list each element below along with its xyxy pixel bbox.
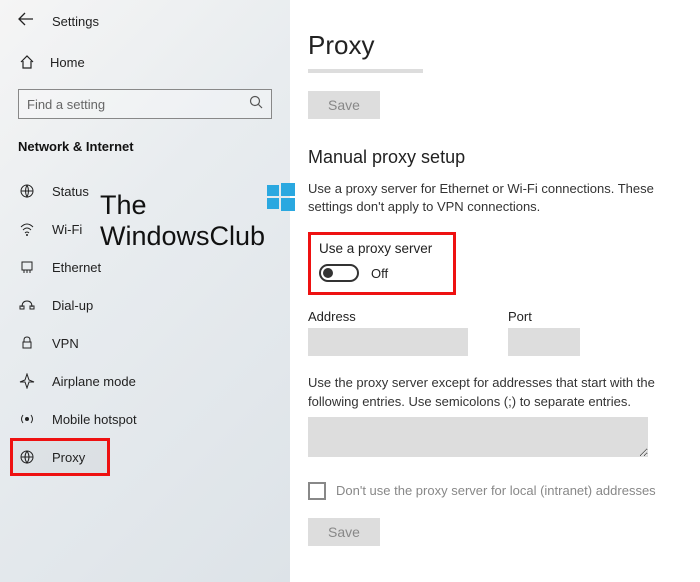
port-input[interactable] xyxy=(508,328,580,356)
sidebar-item-vpn[interactable]: VPN xyxy=(18,324,272,362)
hotspot-icon xyxy=(18,410,36,428)
sidebar-item-label: Wi-Fi xyxy=(52,222,82,237)
airplane-icon xyxy=(18,372,36,390)
save-button-top[interactable]: Save xyxy=(308,91,380,119)
sidebar-item-label: Status xyxy=(52,184,89,199)
sidebar-item-label: Ethernet xyxy=(52,260,101,275)
home-button[interactable]: Home xyxy=(18,53,272,71)
search-input[interactable] xyxy=(27,97,249,112)
sidebar-item-label: VPN xyxy=(52,336,79,351)
sidebar-item-hotspot[interactable]: Mobile hotspot xyxy=(18,400,272,438)
window-title: Settings xyxy=(52,14,99,29)
back-icon[interactable] xyxy=(18,12,34,31)
sidebar-item-ethernet[interactable]: Ethernet xyxy=(18,248,272,286)
dialup-icon xyxy=(18,296,36,314)
divider xyxy=(308,69,423,73)
section-heading: Manual proxy setup xyxy=(308,147,690,168)
sidebar: Settings Home Network & Internet Status … xyxy=(0,0,290,582)
sidebar-item-dialup[interactable]: Dial-up xyxy=(18,286,272,324)
sidebar-item-label: Dial-up xyxy=(52,298,93,313)
local-checkbox[interactable] xyxy=(308,482,326,500)
save-button-bottom[interactable]: Save xyxy=(308,518,380,546)
proxy-icon xyxy=(18,448,36,466)
status-icon xyxy=(18,182,36,200)
home-icon xyxy=(18,53,36,71)
exceptions-description: Use the proxy server except for addresse… xyxy=(308,374,658,410)
wifi-icon xyxy=(18,220,36,238)
address-label: Address xyxy=(308,309,468,324)
category-title: Network & Internet xyxy=(18,139,272,154)
search-icon xyxy=(249,95,263,114)
home-label: Home xyxy=(50,55,85,70)
sidebar-item-label: Airplane mode xyxy=(52,374,136,389)
search-box[interactable] xyxy=(18,89,272,119)
address-input[interactable] xyxy=(308,328,468,356)
sidebar-item-proxy[interactable]: Proxy xyxy=(10,438,110,476)
main-content: Proxy Save Manual proxy setup Use a prox… xyxy=(290,0,700,582)
section-description: Use a proxy server for Ethernet or Wi-Fi… xyxy=(308,180,690,216)
proxy-toggle[interactable] xyxy=(319,264,359,282)
proxy-toggle-highlight: Use a proxy server Off xyxy=(308,232,456,295)
vpn-icon xyxy=(18,334,36,352)
sidebar-item-label: Proxy xyxy=(52,450,85,465)
sidebar-item-status[interactable]: Status xyxy=(18,172,272,210)
sidebar-item-label: Mobile hotspot xyxy=(52,412,137,427)
header-row: Settings xyxy=(18,12,272,31)
toggle-state: Off xyxy=(371,266,388,281)
port-label: Port xyxy=(508,309,580,324)
exceptions-input[interactable] xyxy=(308,417,648,457)
sidebar-item-wifi[interactable]: Wi-Fi xyxy=(18,210,272,248)
page-title: Proxy xyxy=(308,30,690,61)
sidebar-item-airplane[interactable]: Airplane mode xyxy=(18,362,272,400)
local-checkbox-label: Don't use the proxy server for local (in… xyxy=(336,483,656,498)
toggle-label: Use a proxy server xyxy=(319,241,443,256)
ethernet-icon xyxy=(18,258,36,276)
